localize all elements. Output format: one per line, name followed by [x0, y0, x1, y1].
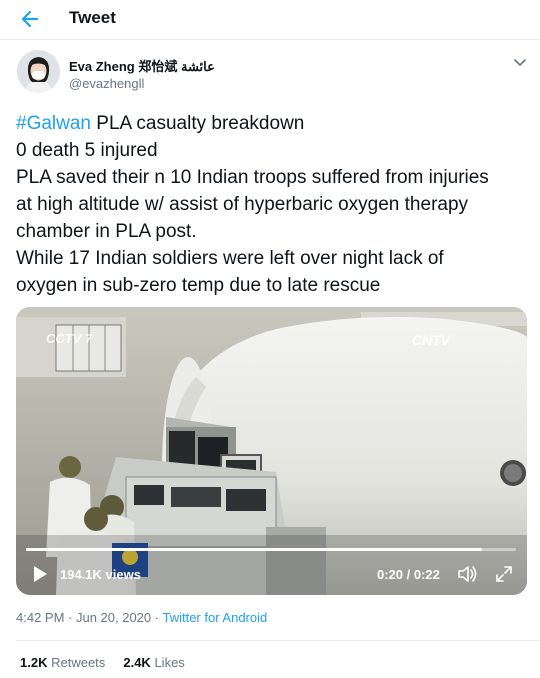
- retweets-label: Retweets: [51, 655, 106, 670]
- video-progress-bar[interactable]: [26, 548, 516, 551]
- watermark-right: CNTV: [412, 332, 452, 348]
- likes-count: 2.4K: [123, 655, 151, 670]
- retweets-count: 1.2K: [20, 655, 48, 670]
- tweet-line: oxygen in sub-zero temp due to late resc…: [16, 275, 381, 296]
- tweet-text: #Galwan PLA casualty breakdown 0 death 5…: [16, 110, 526, 299]
- volume-button[interactable]: [456, 564, 478, 584]
- tweet-line-text: PLA casualty breakdown: [91, 113, 305, 134]
- back-button[interactable]: [17, 6, 45, 32]
- tweet-stats: 1.2K Retweets 2.4K Likes: [20, 655, 185, 670]
- video-time: 0:20 / 0:22: [377, 567, 440, 582]
- page-title: Tweet: [69, 8, 116, 27]
- divider: [16, 640, 540, 641]
- view-count: 194.1K views: [60, 567, 141, 582]
- video-player[interactable]: CCTV 7 CNTV 194.1K views 0:20 / 0:22: [16, 307, 527, 595]
- play-icon: [34, 566, 47, 582]
- tweet-line: #Galwan PLA casualty breakdown: [16, 110, 526, 137]
- speaker-icon: [458, 566, 477, 582]
- tweet-line: at high altitude w/ assist of hyperbaric…: [16, 194, 469, 215]
- tweet-line: chamber in PLA post.: [16, 221, 197, 242]
- likes-label: Likes: [154, 655, 185, 670]
- more-options-button[interactable]: [510, 55, 530, 71]
- likes-stat[interactable]: 2.4K Likes: [123, 655, 184, 670]
- retweets-stat[interactable]: 1.2K Retweets: [20, 655, 105, 670]
- author-handle[interactable]: @evazhengll: [69, 76, 144, 91]
- tweet-line: 0 death 5 injured: [16, 140, 158, 161]
- arrow-left-icon: [21, 10, 39, 28]
- fullscreen-button[interactable]: [494, 564, 514, 584]
- video-frame: CCTV 7 CNTV: [16, 307, 527, 595]
- author-name[interactable]: Eva Zheng 郑怡斌 عائشة: [69, 56, 215, 75]
- top-bar: Tweet: [0, 0, 540, 40]
- watermark-left: CCTV 7: [46, 331, 93, 346]
- source-link[interactable]: Twitter for Android: [162, 610, 267, 625]
- avatar[interactable]: [17, 50, 60, 93]
- tweet-line: While 17 Indian soldiers were left over …: [16, 248, 444, 269]
- expand-icon: [496, 566, 512, 582]
- chevron-down-icon: [514, 59, 526, 66]
- video-progress-fill: [26, 548, 482, 551]
- tweet-meta: 4:42 PM · Jun 20, 2020 · Twitter for And…: [16, 610, 267, 625]
- hashtag-link[interactable]: #Galwan: [16, 113, 91, 134]
- profile-photo: [17, 50, 60, 93]
- tweet-line: PLA saved their n 10 Indian troops suffe…: [16, 167, 489, 188]
- play-button[interactable]: [30, 563, 50, 585]
- timestamp[interactable]: 4:42 PM · Jun 20, 2020 ·: [16, 610, 162, 625]
